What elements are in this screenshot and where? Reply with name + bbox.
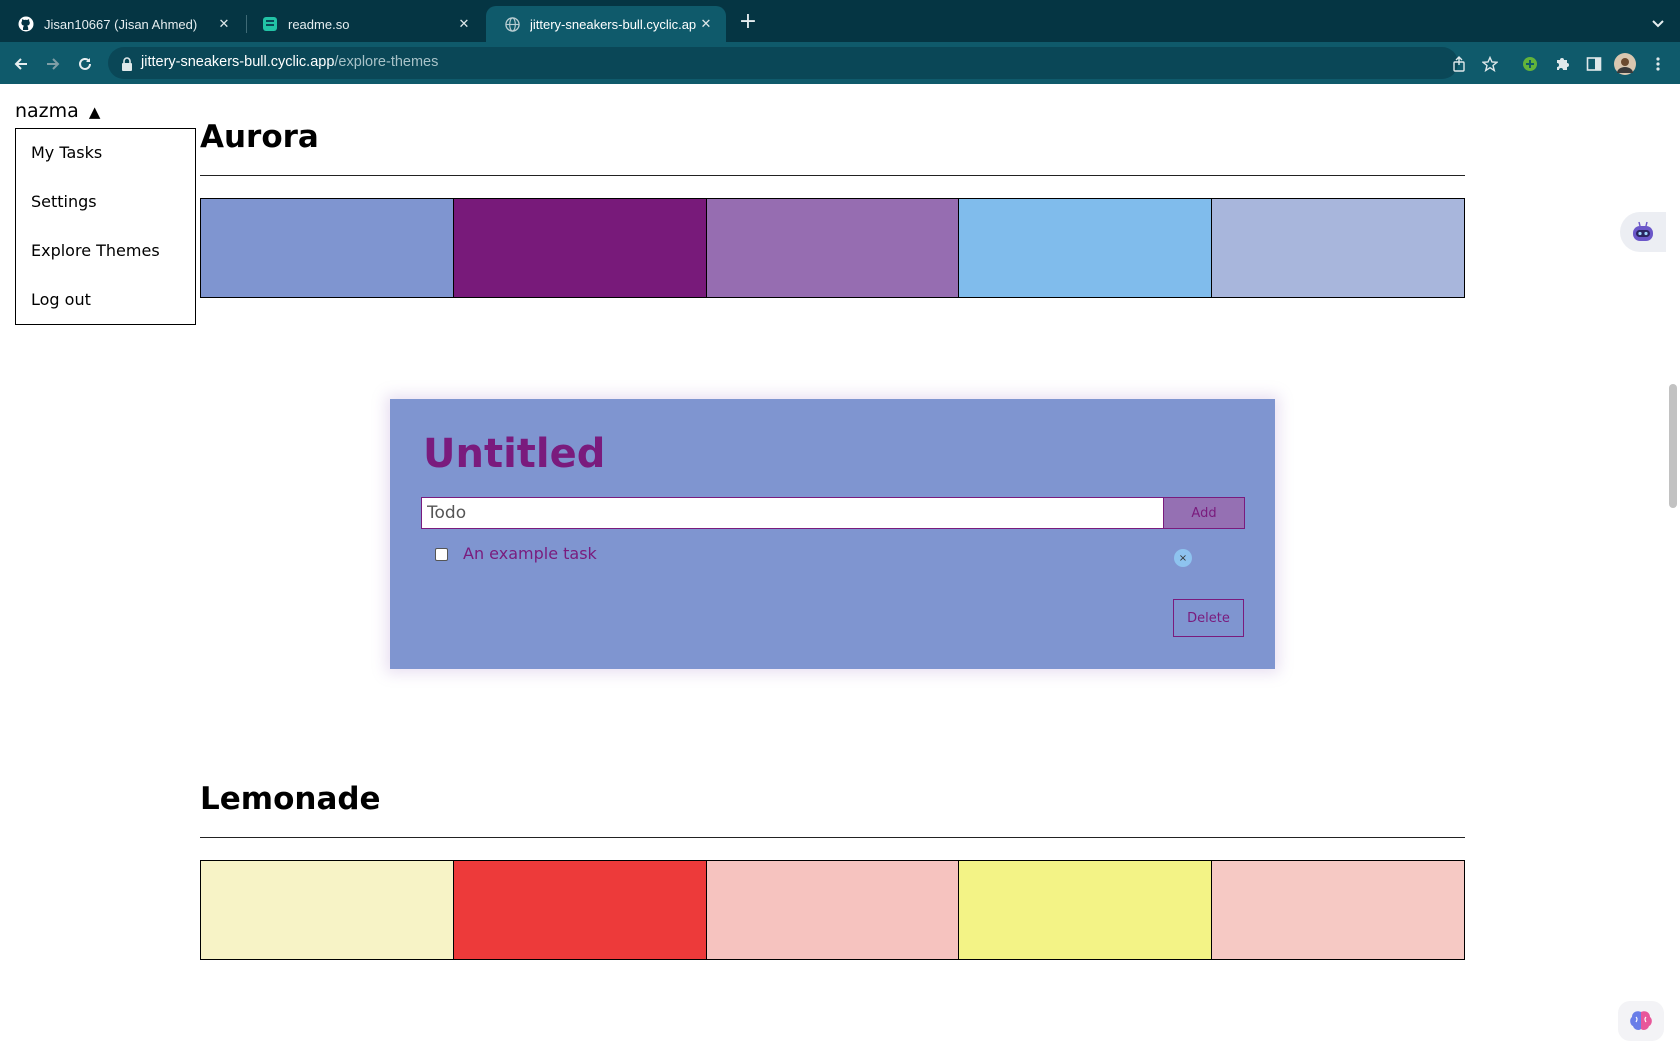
puzzle-extensions-icon[interactable]: [1550, 52, 1574, 76]
menu-item-my-tasks[interactable]: My Tasks: [31, 143, 102, 162]
theme-swatches[interactable]: [200, 860, 1465, 960]
brain-icon[interactable]: [1618, 1001, 1664, 1041]
color-swatch: [959, 199, 1213, 297]
kebab-menu-icon[interactable]: [1646, 52, 1670, 76]
back-arrow-icon[interactable]: [9, 52, 33, 76]
user-menu-toggle[interactable]: nazma ▲: [15, 100, 100, 122]
color-swatch: [453, 199, 707, 297]
extension-green-icon[interactable]: [1518, 52, 1542, 76]
globe-icon: [504, 16, 520, 32]
menu-item-log-out[interactable]: Log out: [31, 290, 91, 309]
color-swatch: [201, 199, 454, 297]
robot-icon[interactable]: [1620, 212, 1666, 252]
theme-title: Aurora: [200, 119, 319, 155]
divider: [200, 837, 1465, 838]
close-icon[interactable]: ✕: [454, 14, 474, 34]
browser-tab-readme[interactable]: readme.so ✕: [244, 6, 484, 42]
url-host: jittery-sneakers-bull.cyclic.app: [141, 54, 335, 70]
browser-tab-github[interactable]: Jisan10667 (Jisan Ahmed) ✕: [0, 6, 244, 42]
close-icon[interactable]: ✕: [696, 14, 716, 34]
chevron-down-icon[interactable]: [1648, 14, 1668, 34]
delete-button[interactable]: Delete: [1173, 599, 1244, 637]
readme-so-icon: [262, 16, 278, 32]
list-title[interactable]: Untitled: [423, 431, 605, 477]
color-swatch: [959, 861, 1213, 959]
browser-tab-strip: Jisan10667 (Jisan Ahmed) ✕ readme.so ✕ j…: [0, 0, 1680, 42]
tab-title: Jisan10667 (Jisan Ahmed): [44, 16, 198, 32]
tab-title: readme.so: [288, 16, 350, 32]
remove-task-icon[interactable]: ×: [1174, 549, 1192, 567]
side-panel-icon[interactable]: [1582, 52, 1606, 76]
caret-up-icon: ▲: [88, 103, 101, 121]
divider: [200, 175, 1465, 176]
reload-icon[interactable]: [73, 52, 97, 76]
lock-icon: [121, 56, 133, 71]
scrollbar-thumb[interactable]: [1669, 384, 1677, 508]
task-checkbox[interactable]: [435, 548, 448, 561]
close-icon[interactable]: ✕: [214, 14, 234, 34]
user-dropdown-menu: My Tasks Settings Explore Themes Log out: [15, 128, 196, 325]
color-swatch: [453, 861, 707, 959]
task-label: An example task: [463, 544, 597, 563]
theme-title: Lemonade: [200, 781, 381, 817]
menu-item-explore-themes[interactable]: Explore Themes: [31, 241, 160, 260]
color-swatch: [1212, 199, 1464, 297]
color-swatch: [1212, 861, 1464, 959]
share-icon[interactable]: [1447, 52, 1471, 76]
username: nazma: [15, 100, 79, 122]
todo-input[interactable]: [421, 497, 1164, 529]
theme-swatches[interactable]: [200, 198, 1465, 298]
new-tab-icon[interactable]: +: [737, 11, 759, 34]
menu-item-settings[interactable]: Settings: [31, 192, 97, 211]
profile-avatar[interactable]: [1613, 52, 1637, 76]
tab-title: jittery-sneakers-bull.cyclic.app: [530, 16, 696, 32]
add-button[interactable]: Add: [1163, 497, 1245, 529]
page-content: nazma ▲ My Tasks Settings Explore Themes …: [0, 84, 1680, 1050]
color-swatch: [706, 199, 960, 297]
theme-preview-card: Untitled Add An example task × Delete: [390, 399, 1275, 669]
color-swatch: [706, 861, 960, 959]
color-swatch: [201, 861, 454, 959]
forward-arrow-icon[interactable]: [41, 52, 65, 76]
url-path: /explore-themes: [334, 54, 439, 70]
address-url[interactable]: jittery-sneakers-bull.cyclic.app/explore…: [141, 54, 438, 70]
github-icon: [18, 16, 34, 32]
bookmark-star-icon[interactable]: [1478, 52, 1502, 76]
browser-tab-active[interactable]: jittery-sneakers-bull.cyclic.app ✕: [486, 6, 726, 42]
page-scrollbar[interactable]: [1666, 84, 1680, 1050]
